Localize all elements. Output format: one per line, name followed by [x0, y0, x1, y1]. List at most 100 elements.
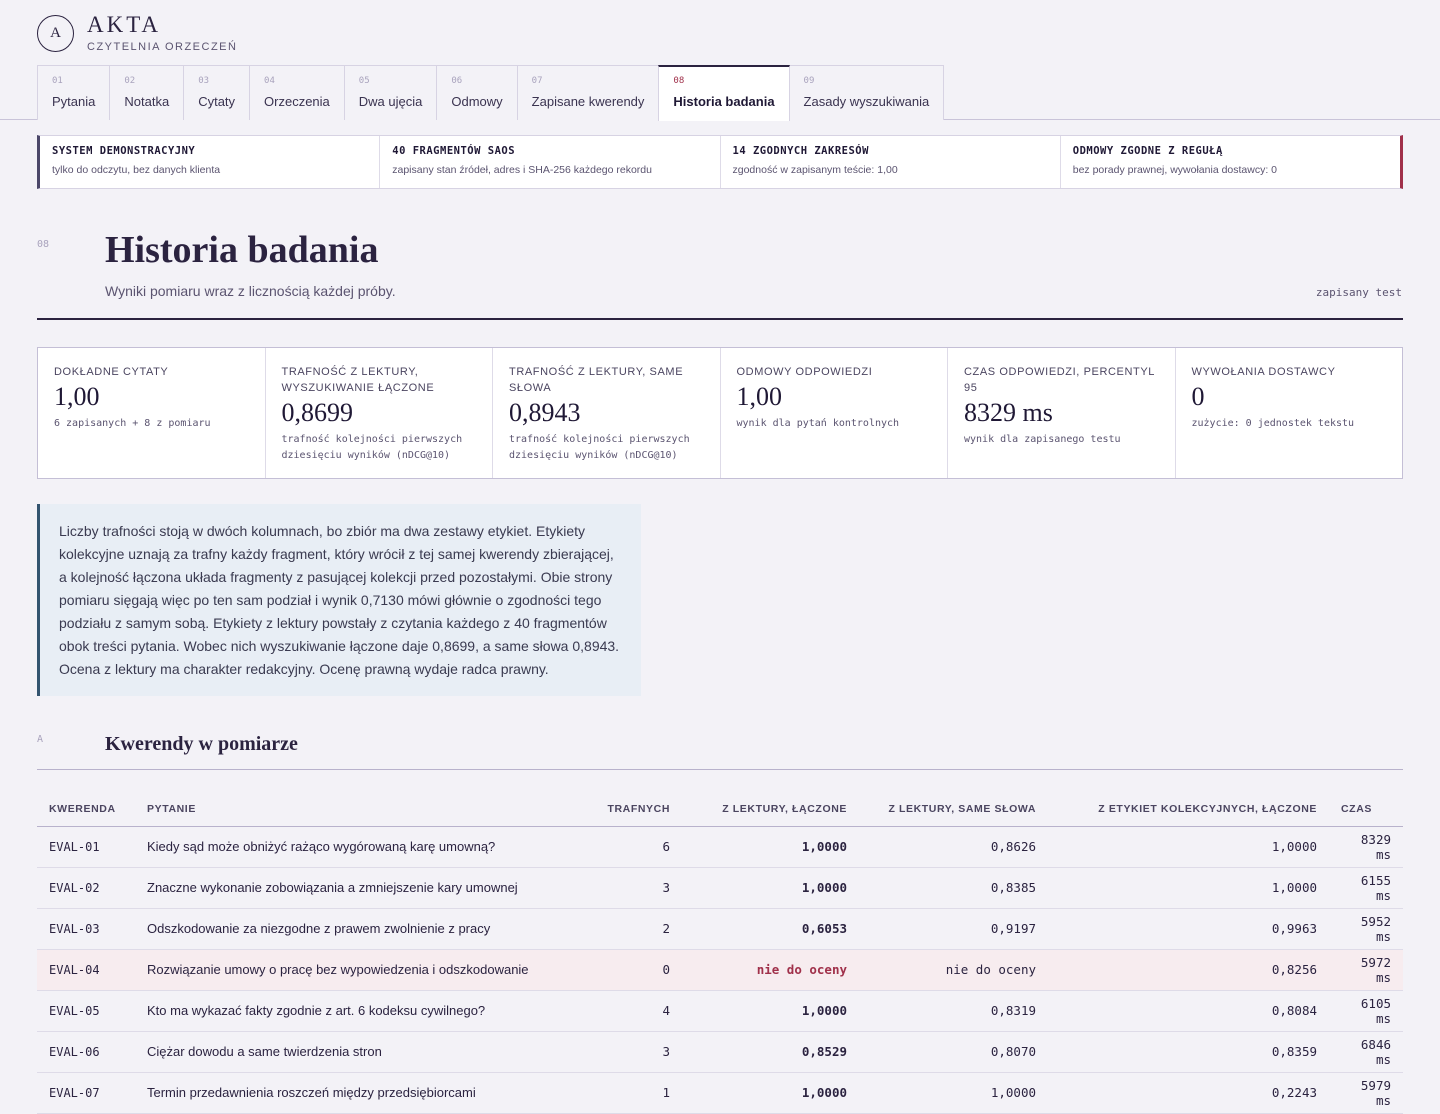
metric-label: WYWOŁANIA DOSTAWCY: [1191, 366, 1336, 378]
status-desc: zapisany stan źródeł, adres i SHA-256 ka…: [392, 164, 652, 176]
status-item: ODMOWY ZGODNE Z REGUŁĄ bez porady prawnej…: [1061, 136, 1400, 188]
tab-historia-badania[interactable]: 08 Historia badania: [658, 65, 790, 121]
tab-label: Zapisane kwerendy: [531, 94, 645, 109]
table-row[interactable]: EVAL-02 Znaczne wykonanie zobowiązania a…: [37, 867, 1403, 909]
tab-odmowy[interactable]: 06 Odmowy: [436, 65, 518, 120]
metric-value: 0,8943: [509, 398, 581, 427]
tab-number: 07: [531, 76, 543, 86]
relevant-count: 3: [584, 1031, 682, 1073]
column-header[interactable]: Z LEKTURY, SAME SŁOWA: [859, 792, 1048, 827]
metric-note: trafność kolejności pierwszych dziesięci…: [509, 434, 690, 461]
relevant-count: 2: [584, 908, 682, 950]
status-desc: bez porady prawnej, wywołania dostawcy: …: [1072, 164, 1278, 176]
query-question: Kiedy sąd może obniżyć rażąco wygórowaną…: [135, 826, 584, 868]
column-header[interactable]: CZAS: [1329, 792, 1403, 827]
tab-notatka[interactable]: 02 Notatka: [109, 65, 185, 120]
score-reading-words: 0,8385: [859, 867, 1048, 909]
column-header[interactable]: Z LEKTURY, ŁĄCZONE: [682, 792, 859, 827]
queries-table: KWERENDA PYTANIE TRAFNYCH Z LEKTURY, ŁĄC…: [37, 792, 1403, 1114]
metrics-panel: DOKŁADNE CYTATY 1,00 6 zapisanych + 8 z po…: [37, 347, 1403, 479]
query-question: Odszkodowanie za niezgodne z prawem zwol…: [135, 908, 584, 950]
metric-label: TRAFNOŚĆ Z LEKTURY, SAME SŁOWA: [509, 366, 684, 394]
query-time: 6155 ms: [1329, 867, 1403, 909]
app-title: AKTA: [87, 11, 162, 37]
score-reading-combined: 1,0000: [682, 867, 859, 909]
query-time: 8329 ms: [1329, 826, 1403, 868]
query-id: EVAL-07: [37, 1072, 135, 1114]
status-item: 14 ZGODNYCH ZAKRESÓW zgodność w zapisanym…: [721, 136, 1061, 188]
saved-test-tag: zapisany test: [1315, 286, 1402, 299]
score-collection-combined: 1,0000: [1048, 867, 1329, 909]
tab-number: 06: [451, 76, 463, 86]
query-question: Kto ma wykazać fakty zgodnie z art. 6 ko…: [135, 990, 584, 1032]
metric-value: 0,8699: [281, 398, 354, 427]
column-header[interactable]: PYTANIE: [135, 792, 584, 827]
tab-number: 03: [198, 76, 210, 86]
tab-label: Dwa ujęcia: [358, 94, 423, 109]
relevant-count: 1: [584, 1072, 682, 1114]
score-reading-words: 1,0000: [859, 1072, 1048, 1114]
query-id: EVAL-02: [37, 867, 135, 909]
tab-pytania[interactable]: 01 Pytania: [37, 65, 111, 120]
metric-label: CZAS ODPOWIEDZI, PERCENTYL 95: [964, 366, 1155, 394]
table-row-unscored[interactable]: EVAL-04 Rozwiązanie umowy o pracę bez wy…: [37, 949, 1403, 991]
column-header[interactable]: TRAFNYCH: [584, 792, 682, 827]
metric-note: trafność kolejności pierwszych dziesięci…: [281, 434, 463, 461]
query-time: 5972 ms: [1329, 949, 1403, 991]
metric-label: ODMOWY ODPOWIEDZI: [736, 366, 873, 378]
status-item: 40 FRAGMENTÓW SAOS zapisany stan źródeł, …: [380, 136, 721, 188]
metric-card: WYWOŁANIA DOSTAWCY 0 zużycie: 0 jednostek …: [1176, 348, 1403, 478]
section-rule: [37, 318, 1403, 320]
table-row[interactable]: EVAL-06 Ciężar dowodu a same twierdzenia…: [37, 1031, 1403, 1073]
score-collection-combined: 0,8084: [1048, 990, 1329, 1032]
table-row[interactable]: EVAL-03 Odszkodowanie za niezgodne z pra…: [37, 908, 1403, 950]
tab-number: 05: [358, 76, 370, 86]
metric-card: DOKŁADNE CYTATY 1,00 6 zapisanych + 8 z po…: [38, 348, 266, 478]
tab-zapisane-kwerendy[interactable]: 07 Zapisane kwerendy: [516, 65, 660, 120]
score-reading-words: 0,8319: [859, 990, 1048, 1032]
query-question: Termin przedawnienia roszczeń między prz…: [135, 1072, 584, 1114]
metric-card: ODMOWY ODPOWIEDZI 1,00 wynik dla pytań kon…: [721, 348, 948, 478]
score-reading-combined: 1,0000: [682, 990, 859, 1032]
tab-zasady-wyszukiwania[interactable]: 09 Zasady wyszukiwania: [788, 65, 945, 120]
column-header[interactable]: Z ETYKIET KOLEKCYJNYCH, ŁĄCZONE: [1048, 792, 1329, 827]
brand[interactable]: A AKTA CZYTELNIA ORZECZEŃ: [37, 13, 237, 53]
table-header: KWERENDA PYTANIE TRAFNYCH Z LEKTURY, ŁĄC…: [37, 792, 1403, 827]
metric-note: 6 zapisanych + 8 z pomiaru: [54, 418, 211, 429]
score-collection-combined: 0,2243: [1048, 1072, 1329, 1114]
table-row[interactable]: EVAL-01 Kiedy sąd może obniżyć rażąco wy…: [37, 826, 1403, 868]
column-header[interactable]: KWERENDA: [37, 792, 135, 827]
tab-dwa-ujecia[interactable]: 05 Dwa ujęcia: [343, 65, 438, 120]
score-reading-combined: 1,0000: [682, 1072, 859, 1114]
status-title: 40 FRAGMENTÓW SAOS: [392, 145, 516, 157]
tab-label: Historia badania: [673, 94, 775, 109]
tab-orzeczenia[interactable]: 04 Orzeczenia: [249, 65, 345, 120]
table-row[interactable]: EVAL-07 Termin przedawnienia roszczeń mi…: [37, 1072, 1403, 1114]
query-time: 5952 ms: [1329, 908, 1403, 950]
relevant-count: 4: [584, 990, 682, 1032]
logo-icon: A: [37, 14, 74, 52]
score-reading-combined: 1,0000: [682, 826, 859, 868]
tab-number: 01: [52, 76, 63, 86]
tab-label: Odmowy: [451, 94, 503, 109]
section-number: 08: [37, 239, 50, 250]
metric-value: 8329 ms: [964, 398, 1053, 427]
subsection-rule: [37, 769, 1403, 770]
table-row[interactable]: EVAL-05 Kto ma wykazać fakty zgodnie z a…: [37, 990, 1403, 1032]
relevant-count: 3: [584, 867, 682, 909]
page-subtitle: Wyniki pomiaru wraz z licznością każdej …: [105, 283, 396, 299]
query-question: Znaczne wykonanie zobowiązania a zmniejs…: [135, 867, 584, 909]
tab-cytaty[interactable]: 03 Cytaty: [183, 65, 251, 120]
subsection-title: Kwerendy w pomiarze: [105, 733, 298, 755]
page-title: Historia badania: [105, 229, 379, 271]
metric-card: TRAFNOŚĆ Z LEKTURY, WYSZUKIWANIE ŁĄCZONE…: [266, 348, 493, 478]
score-reading-words: nie do oceny: [859, 949, 1048, 991]
tab-label: Orzeczenia: [264, 94, 330, 109]
score-reading-words: 0,8626: [859, 826, 1048, 868]
status-strip: SYSTEM DEMONSTRACYJNY tylko do odczytu, b…: [37, 135, 1403, 189]
status-desc: zgodność w zapisanym teście: 1,00: [732, 164, 898, 176]
tab-label: Cytaty: [198, 94, 236, 109]
explanation-note: Liczby trafności stoją w dwóch kolumnach…: [37, 504, 641, 696]
tab-number: 09: [803, 76, 815, 86]
query-id: EVAL-06: [37, 1031, 135, 1073]
